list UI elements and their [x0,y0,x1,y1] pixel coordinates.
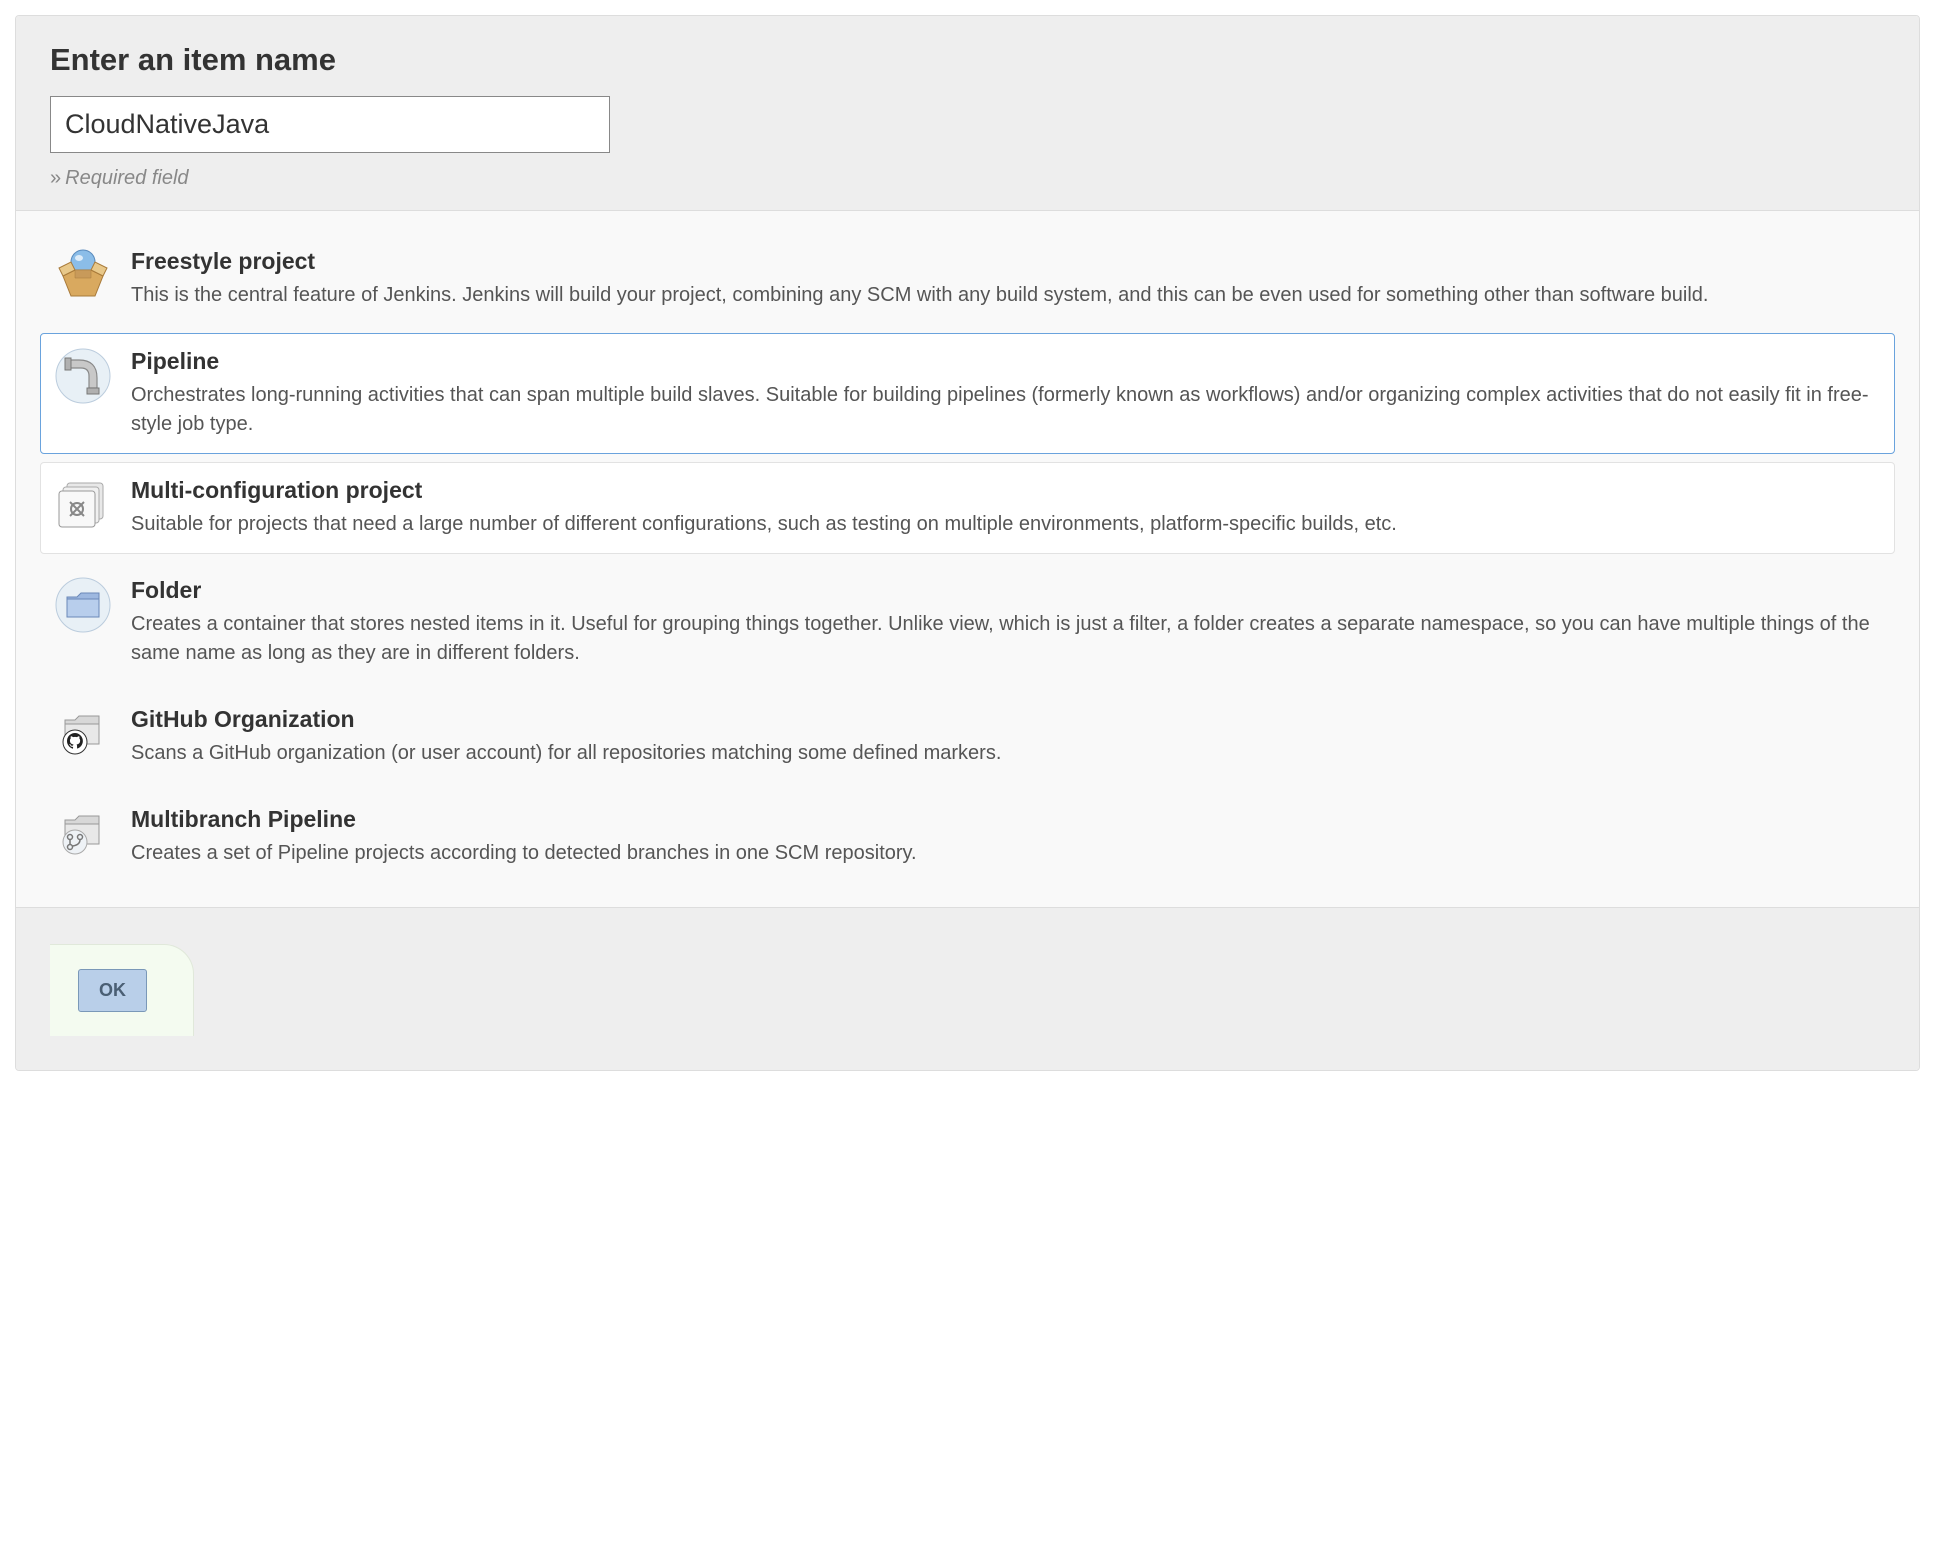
new-item-panel: Enter an item name »Required field Frees… [15,15,1920,1071]
item-title: Multi-configuration project [131,477,1880,504]
ok-wrapper: OK [50,944,194,1036]
item-type-multiconfig[interactable]: Multi-configuration project Suitable for… [40,462,1895,554]
multi-folders-icon [55,477,111,533]
item-type-freestyle[interactable]: Freestyle project This is the central fe… [40,233,1895,325]
item-title: Folder [131,577,1880,604]
github-folder-icon [55,706,111,762]
item-title: Multibranch Pipeline [131,806,1880,833]
item-title: GitHub Organization [131,706,1880,733]
item-type-pipeline[interactable]: Pipeline Orchestrates long-running activ… [40,333,1895,454]
item-type-folder[interactable]: Folder Creates a container that stores n… [40,562,1895,683]
item-desc: This is the central feature of Jenkins. … [131,281,1880,310]
item-desc: Suitable for projects that need a large … [131,510,1880,539]
item-type-multibranch[interactable]: Multibranch Pipeline Creates a set of Pi… [40,791,1895,883]
pipe-elbow-icon [55,348,111,404]
item-title: Pipeline [131,348,1880,375]
required-field-note: »Required field [50,167,1885,190]
branch-folder-icon [55,806,111,862]
item-title: Freestyle project [131,248,1880,275]
footer-section: OK [16,907,1919,1070]
item-desc: Scans a GitHub organization (or user acc… [131,739,1880,768]
item-desc: Orchestrates long-running activities tha… [131,381,1880,439]
ok-button[interactable]: OK [78,969,147,1012]
header-section: Enter an item name »Required field [16,16,1919,211]
page-title: Enter an item name [50,42,1885,78]
item-name-input[interactable] [50,96,610,153]
item-type-list: Freestyle project This is the central fe… [16,211,1919,907]
item-desc: Creates a container that stores nested i… [131,610,1880,668]
folder-icon [55,577,111,633]
item-desc: Creates a set of Pipeline projects accor… [131,839,1880,868]
item-type-github-org[interactable]: GitHub Organization Scans a GitHub organ… [40,691,1895,783]
box-open-icon [55,248,111,304]
